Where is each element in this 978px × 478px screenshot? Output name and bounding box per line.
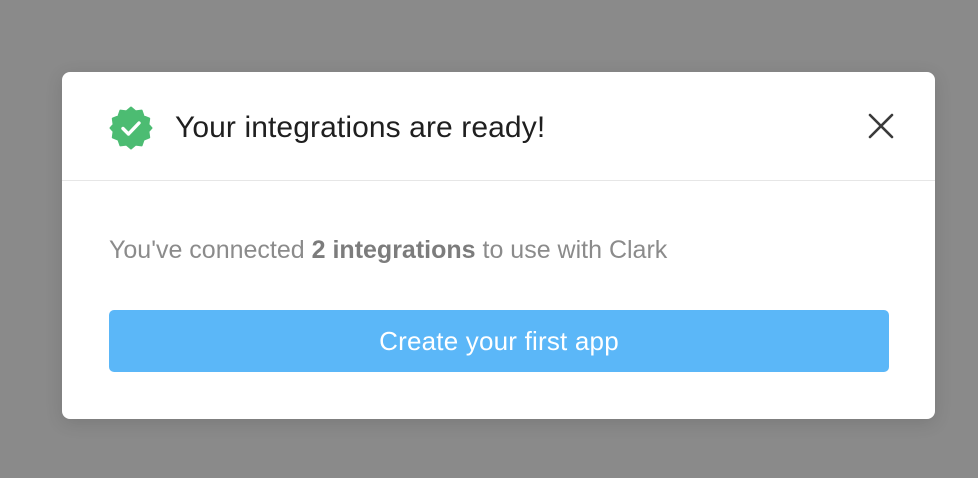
create-first-app-button[interactable]: Create your first app (109, 310, 889, 372)
dialog-title: Your integrations are ready! (175, 111, 546, 144)
message-suffix: to use with Clark (475, 236, 668, 264)
verified-badge-check-icon (109, 106, 153, 150)
integration-count: 2 integrations (311, 236, 476, 264)
dialog-body: You've connected 2 integrations to use w… (62, 181, 935, 418)
connected-integrations-message: You've connected 2 integrations to use w… (109, 233, 667, 267)
close-icon[interactable] (862, 113, 900, 149)
message-prefix: You've connected (109, 236, 312, 264)
dialog-header: Your integrations are ready! (62, 72, 935, 181)
close-button[interactable] (862, 108, 900, 146)
integrations-ready-dialog: Your integrations are ready! You've conn… (62, 72, 935, 419)
